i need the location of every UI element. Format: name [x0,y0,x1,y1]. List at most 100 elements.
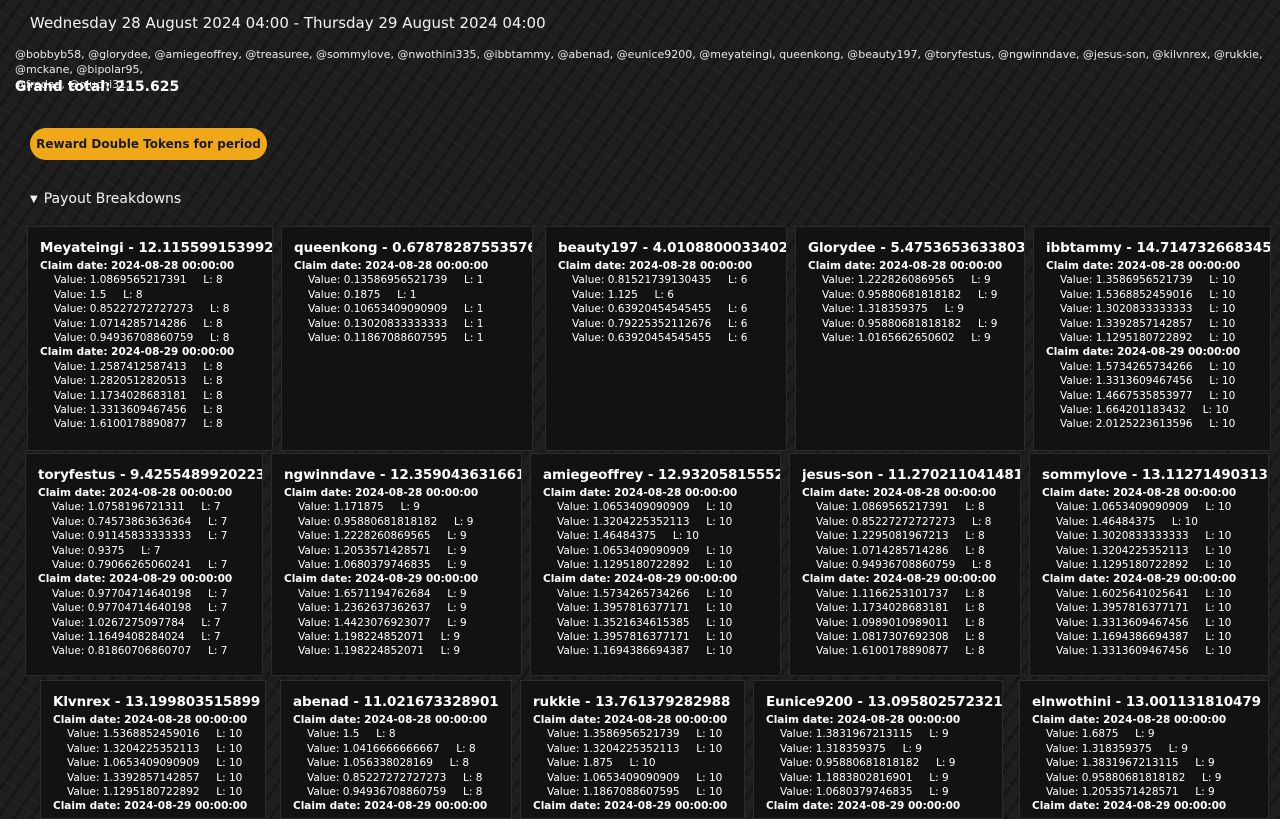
value-text: Value: 1.1295180722892 [557,559,690,572]
value-row: Value: 1.0680379746835 L: 9 [766,785,1002,799]
value-text: Value: 1.1883802816901 [780,771,913,784]
value-row: Value: 1.6100178890877 L: 8 [802,644,1020,658]
value-text: Value: 1.5 [54,288,107,301]
value-text: Value: 1.198224852071 [298,645,424,658]
level-text: L: 8 [965,645,985,658]
value-row: Value: 1.3831967213115 L: 9 [766,727,1002,741]
level-text: L: 1 [463,303,484,316]
payout-card-title: Meyateingi - 12.115599153992 [40,240,273,256]
level-text: L: 10 [216,757,243,770]
level-text: L: 1 [463,317,484,330]
level-text: L: 6 [727,332,748,345]
value-row: Value: 1.1295180722892 L: 10 [53,785,265,799]
level-text: L: 7 [201,501,221,514]
level-text: L: 10 [1209,288,1236,301]
value-row: Value: 0.13020833333333 L: 1 [294,317,532,331]
payout-card: amiegeoffrey - 12.93205815552 Claim date:… [530,453,781,676]
value-text: Value: 1.6571194762684 [298,587,431,600]
value-text: Value: 1.1649408284024 [52,631,185,644]
level-text: L: 10 [696,728,723,741]
value-row: Value: 1.5 L: 8 [293,727,511,741]
level-text: L: 10 [706,616,733,629]
level-text: L: 8 [965,501,985,514]
claim-date: Claim date: 2024-08-28 00:00:00 [294,260,489,272]
value-text: Value: 0.94936708860759 [816,559,956,572]
payout-card: rukkie - 13.761379282988 Claim date: 2024… [520,680,745,819]
value-text: Value: 1.3392857142857 [1060,317,1193,330]
value-row: Value: 1.125 L: 6 [558,288,786,302]
payout-card-title: Klvnrex - 13.199803515899 [53,694,261,710]
value-text: Value: 1.3521634615385 [557,616,690,629]
value-text: Value: 1.171875 [298,501,384,514]
value-row: Value: 1.0989010989011 L: 8 [802,616,1020,630]
value-text: Value: 1.3957816377171 [557,602,690,615]
payout-breakdowns-toggle[interactable]: ▼ Payout Breakdowns [30,191,181,207]
value-text: Value: 1.46484375 [1056,515,1156,528]
value-row: Value: 0.85227272727273 L: 8 [293,771,511,785]
value-row: Value: 1.1295180722892 L: 10 [1042,558,1268,572]
level-text: L: 9 [902,742,922,755]
value-row: Value: 1.0653409090909 L: 10 [1042,500,1268,514]
value-text: Value: 1.318359375 [822,303,928,316]
level-text: L: 10 [1209,360,1236,373]
value-row: Value: 0.63920454545455 L: 6 [558,331,786,345]
participant-list-line: @fredaa, @oluchi31, [15,78,130,91]
value-text: Value: 1.125 [572,288,638,301]
level-text: L: 8 [203,274,223,287]
claim-date: Claim date: 2024-08-28 00:00:00 [1046,260,1241,272]
level-text: L: 8 [209,332,230,345]
value-row: Value: 0.10653409090909 L: 1 [294,302,532,316]
level-text: L: 6 [727,274,748,287]
value-row: Value: 0.81521739130435 L: 6 [558,273,786,287]
value-row: Value: 1.1883802816901 L: 9 [766,771,1002,785]
value-text: Value: 1.3313609467456 [54,404,187,417]
level-text: L: 9 [447,544,467,557]
value-text: Value: 0.94936708860759 [54,332,194,345]
value-text: Value: 1.1295180722892 [1056,559,1189,572]
value-text: Value: 1.1867088607595 [547,786,680,799]
value-text: Value: 0.81860706860707 [52,645,192,658]
value-text: Value: 1.0758196721311 [52,501,185,514]
payout-card: beauty197 - 4.0108800033402 Claim date: 2… [545,226,787,451]
claim-date: Claim date: 2024-08-29 00:00:00 [53,800,248,813]
level-text: L: 10 [1209,389,1236,402]
claim-date: Claim date: 2024-08-28 00:00:00 [38,487,233,499]
reward-double-tokens-button[interactable]: Reward Double Tokens for period [30,128,267,160]
value-text: Value: 0.95880681818182 [298,515,438,528]
level-text: L: 8 [965,602,985,615]
level-text: L: 9 [1195,757,1215,770]
value-row: Value: 1.1734028683181 L: 8 [40,389,272,403]
payout-card-title: ibbtammy - 14.714732668345 [1046,240,1271,256]
value-text: Value: 1.3957816377171 [557,631,690,644]
level-text: L: 8 [209,303,230,316]
value-row: Value: 1.0653409090909 L: 10 [53,756,265,770]
level-text: L: 9 [400,501,420,514]
value-row: Value: 1.3313609467456 L: 8 [40,403,272,417]
level-text: L: 10 [1171,515,1198,528]
level-text: L: 9 [440,631,461,644]
claim-date: Claim date: 2024-08-28 00:00:00 [293,714,488,726]
level-text: L: 9 [929,728,949,741]
value-row: Value: 0.85227272727273 L: 8 [40,302,272,316]
value-text: Value: 1.2362637362637 [298,602,431,615]
value-text: Value: 0.97704714640198 [52,587,192,600]
level-text: L: 8 [971,515,992,528]
value-row: Value: 1.3313609467456 L: 10 [1042,616,1268,630]
level-text: L: 10 [1209,332,1236,345]
value-row: Value: 1.6025641025641 L: 10 [1042,587,1268,601]
value-row: Value: 0.95880681818182 L: 9 [1032,771,1268,785]
value-row: Value: 1.2820512820513 L: 8 [40,374,272,388]
value-text: Value: 1.1734028683181 [816,602,949,615]
value-row: Value: 1.3204225352113 L: 10 [543,515,780,529]
level-text: L: 9 [977,288,998,301]
payout-card-title: sommylove - 13.112714903136 [1042,467,1269,483]
value-text: Value: 0.11867088607595 [308,332,448,345]
value-text: Value: 1.2820512820513 [54,375,187,388]
payout-card: queenkong - 0.67878287553576 Claim date: … [281,226,533,451]
value-row: Value: 1.664201183432 L: 10 [1046,403,1270,417]
level-text: L: 10 [706,602,733,615]
value-row: Value: 1.0267275097784 L: 7 [38,616,262,630]
value-text: Value: 0.63920454545455 [572,303,712,316]
claim-date: Claim date: 2024-08-28 00:00:00 [533,714,728,726]
value-row: Value: 1.0869565217391 L: 8 [802,500,1020,514]
